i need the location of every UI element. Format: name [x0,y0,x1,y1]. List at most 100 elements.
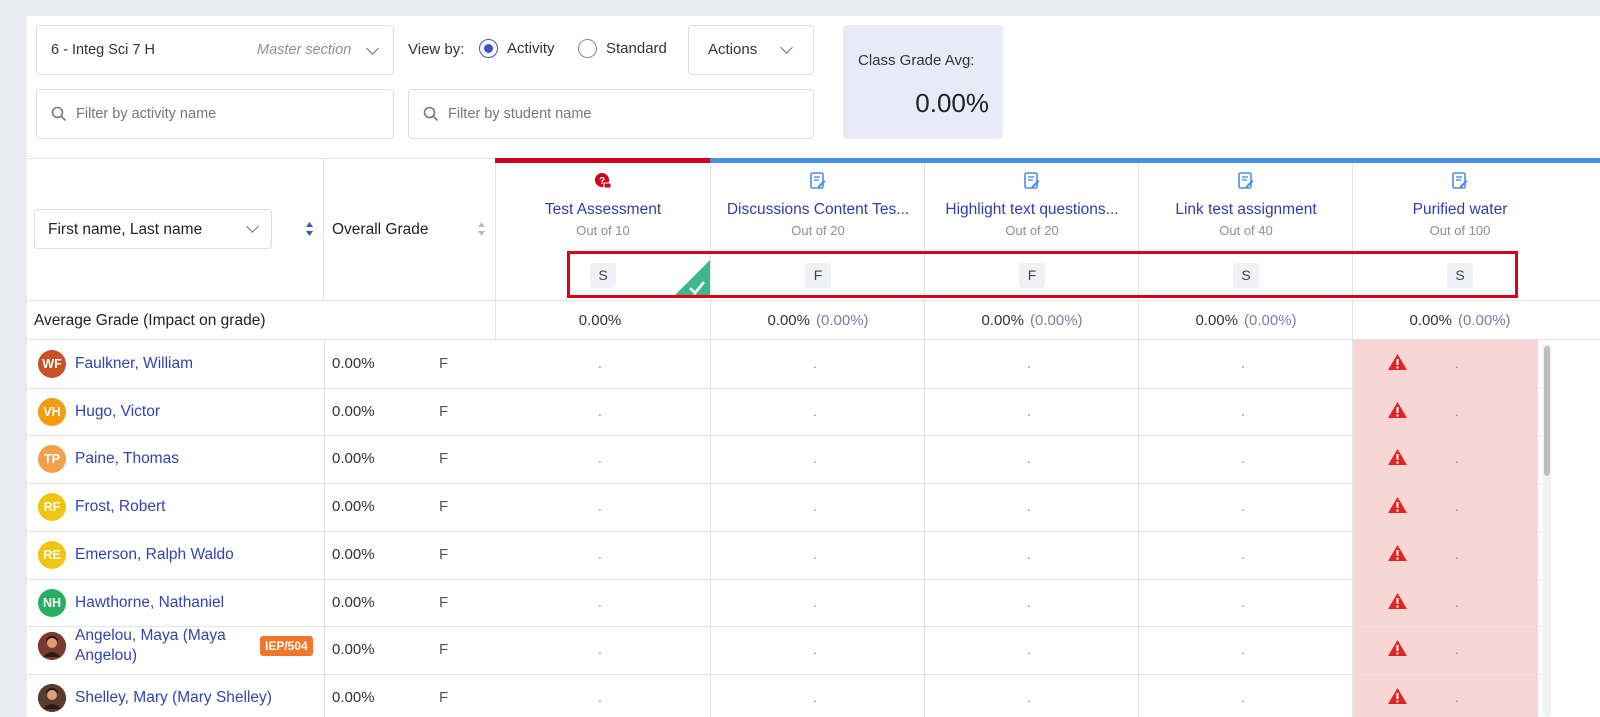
grade-cell[interactable]: . [922,689,1136,705]
grade-cell[interactable]: . [922,498,1136,514]
grade-cell[interactable]: . [922,546,1136,562]
activity-accent-bar [1138,158,1353,163]
grade-cell[interactable]: . [1136,546,1350,562]
grade-cell[interactable]: . [1136,403,1350,419]
avatar: VH [38,398,66,426]
row-divider [27,579,1543,580]
chevron-down-icon [780,41,793,54]
sort-icon [478,222,485,236]
grade-cell[interactable]: . [708,450,922,466]
row-divider [27,388,1543,389]
activity-average: 0.00% (0.00%) [925,312,1139,329]
activity-title[interactable]: Link test assignment [1139,201,1353,219]
scrollbar-thumb[interactable] [1544,346,1550,476]
student-name-link[interactable]: Paine, Thomas [75,450,179,468]
divider [324,339,325,717]
overall-grade-value: 0.00% [332,355,375,372]
name-sort-label: First name, Last name [48,221,203,238]
overall-grade-sort-toggle[interactable] [477,221,486,242]
divider [710,158,711,717]
activity-title[interactable]: Test Assessment [496,201,710,219]
activity-average: 0.00% [496,312,710,329]
activity-title[interactable]: Highlight text questions... [925,201,1139,219]
name-sort-select[interactable]: First name, Last name [34,209,272,249]
grade-cell[interactable]: . [1353,546,1561,562]
name-sort-toggle[interactable] [305,221,314,242]
student-name-link[interactable]: Shelley, Mary (Mary Shelley) [75,689,272,707]
activity-out-of: Out of 100 [1429,223,1491,238]
avg-impact: (0.00%) [1030,312,1083,329]
overall-grade-value: 0.00% [332,450,375,467]
grade-cell[interactable]: . [493,641,707,657]
warning-icon [1387,639,1408,662]
warning-icon [1387,496,1408,519]
grade-cell[interactable]: . [922,450,1136,466]
grade-cell[interactable]: . [1136,689,1350,705]
student-name-link[interactable]: Faulkner, William [75,355,193,373]
grade-cell[interactable]: . [922,594,1136,610]
activity-out-of: Out of 40 [1219,223,1273,238]
grade-cell[interactable]: . [1136,498,1350,514]
grade-cell[interactable]: . [1136,355,1350,371]
view-by-activity-radio[interactable]: Activity [479,39,555,58]
filter-student-input[interactable]: Filter by student name [408,89,814,139]
student-name-link[interactable]: Hawthorne, Nathaniel [75,594,224,612]
warning-icon [1387,544,1408,567]
overall-grade-letter: F [439,403,449,420]
grade-cell[interactable]: . [493,546,707,562]
activity-average: 0.00% (0.00%) [1353,312,1567,329]
student-row: TP Paine, Thomas [38,444,179,474]
grade-cell[interactable]: . [1353,450,1561,466]
search-icon [423,106,439,122]
avatar: NH [38,589,66,617]
grade-cell[interactable]: . [1353,594,1561,610]
assignment-icon [925,172,1139,195]
grade-cell[interactable]: . [708,355,922,371]
grade-cell[interactable]: . [708,498,922,514]
filter-activity-input[interactable]: Filter by activity name [36,89,394,139]
grade-cell[interactable]: . [708,403,922,419]
grade-cell[interactable]: . [493,450,707,466]
grade-cell[interactable]: . [922,355,1136,371]
grade-cell[interactable]: . [1136,594,1350,610]
grade-cell[interactable]: . [1136,450,1350,466]
avg-value: 0.00% [1409,312,1452,329]
student-name-link[interactable]: Hugo, Victor [75,403,160,421]
overall-grade-header[interactable]: Overall Grade [332,221,428,239]
grade-cell[interactable]: . [493,594,707,610]
grade-cell[interactable]: . [1353,641,1561,657]
student-name-link[interactable]: Angelou, Maya (Maya Angelou) [75,626,250,666]
grade-cell[interactable]: . [708,641,922,657]
grade-cell[interactable]: . [922,403,1136,419]
grade-cell[interactable]: . [1353,498,1561,514]
avatar: RE [38,541,66,569]
student-name-link[interactable]: Emerson, Ralph Waldo [75,546,234,564]
avatar: WF [38,350,66,378]
activity-title[interactable]: Discussions Content Tes... [711,201,925,219]
section-select[interactable]: 6 - Integ Sci 7 H Master section [36,25,394,75]
grade-cell[interactable]: . [493,355,707,371]
grade-cell[interactable]: . [708,594,922,610]
view-by-label: View by: [408,41,465,58]
grade-cell[interactable]: . [1353,403,1561,419]
gradebook-page: 6 - Integ Sci 7 H Master section View by… [27,16,1600,717]
grade-cell[interactable]: . [1353,355,1561,371]
grade-cell[interactable]: . [493,403,707,419]
view-standard-label: Standard [606,40,667,57]
grade-cell[interactable]: . [922,641,1136,657]
grade-cell[interactable]: . [493,498,707,514]
student-row: Shelley, Mary (Mary Shelley) [38,683,272,713]
view-by-standard-radio[interactable]: Standard [578,39,667,58]
grade-cell[interactable]: . [708,546,922,562]
activity-title[interactable]: Purified water [1353,201,1567,219]
grade-cell[interactable]: . [493,689,707,705]
scrollbar-track[interactable] [1543,344,1551,717]
filter-student-placeholder: Filter by student name [448,106,592,122]
grade-cell[interactable]: . [1136,641,1350,657]
overall-grade-letter: F [439,498,449,515]
student-name-line2: Angelou) [75,647,138,664]
grade-cell[interactable]: . [708,689,922,705]
student-name-link[interactable]: Frost, Robert [75,498,165,516]
actions-button[interactable]: Actions [688,25,814,75]
grade-cell[interactable]: . [1353,689,1561,705]
